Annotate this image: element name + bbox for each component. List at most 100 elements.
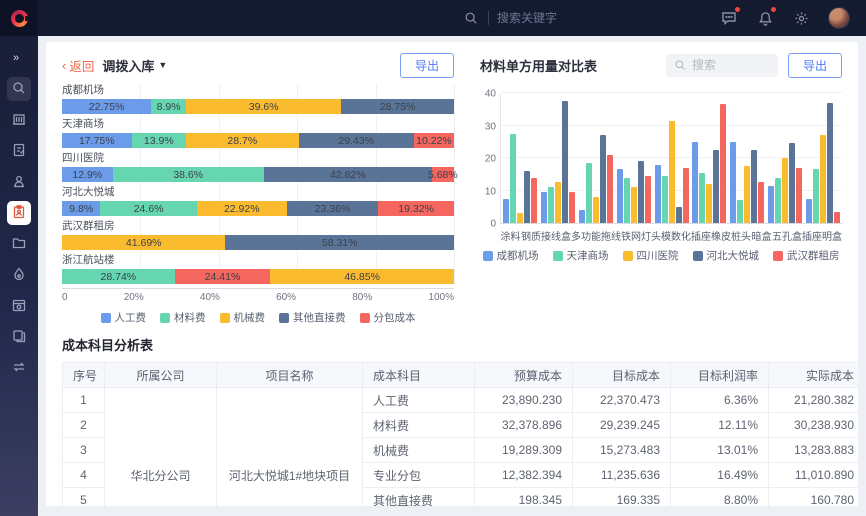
bar[interactable] [562, 101, 568, 223]
bar-segment[interactable]: 13.9% [132, 133, 186, 148]
sidebar-item-double-arrow[interactable]: » [7, 46, 31, 70]
bar[interactable] [789, 143, 795, 223]
legend-item[interactable]: 天津商场 [553, 248, 609, 263]
bar-segment[interactable]: 39.6% [186, 99, 341, 114]
sidebar-item-document-edit[interactable] [7, 139, 31, 163]
bar[interactable] [645, 176, 651, 223]
messages-button[interactable] [720, 9, 738, 27]
bar[interactable] [775, 178, 781, 224]
bar[interactable] [541, 192, 547, 223]
sidebar-item-transfer[interactable] [7, 356, 31, 380]
bar[interactable] [713, 150, 719, 223]
legend-item[interactable]: 分包成本 [360, 310, 416, 325]
sidebar-item-search[interactable] [7, 77, 31, 101]
bar[interactable] [524, 171, 530, 223]
bar[interactable] [669, 121, 675, 223]
bar-segment[interactable]: 41.69% [62, 235, 225, 250]
bar[interactable] [617, 169, 623, 223]
bell-button[interactable] [756, 9, 774, 27]
legend-item[interactable]: 人工费 [101, 310, 147, 325]
bar[interactable] [699, 173, 705, 223]
bar[interactable] [607, 155, 613, 223]
bar[interactable] [676, 207, 682, 223]
bar[interactable] [662, 176, 668, 223]
bar[interactable] [730, 142, 736, 223]
bar[interactable] [751, 150, 757, 223]
export-button[interactable]: 导出 [400, 53, 454, 78]
bar[interactable] [548, 187, 554, 223]
bar[interactable] [655, 165, 661, 224]
sidebar-item-water-drop[interactable] [7, 263, 31, 287]
bar[interactable] [820, 135, 826, 223]
bar-segment[interactable]: 29.43% [299, 133, 414, 148]
bar-segment[interactable]: 24.41% [175, 269, 271, 284]
user-avatar[interactable] [828, 7, 850, 29]
bar[interactable] [638, 161, 644, 223]
bar[interactable] [834, 212, 840, 223]
bar-segment[interactable]: 46.85% [270, 269, 454, 284]
legend-item[interactable]: 材料费 [160, 310, 206, 325]
bar-segment[interactable]: 19.32% [378, 201, 454, 216]
bar[interactable] [692, 142, 698, 223]
sidebar-item-building[interactable] [7, 108, 31, 132]
bar[interactable] [517, 213, 523, 223]
bar[interactable] [813, 169, 819, 223]
bar[interactable] [631, 187, 637, 223]
bar-segment[interactable]: 38.6% [113, 167, 264, 182]
bar-segment[interactable]: 8.9% [151, 99, 186, 114]
bar-segment[interactable]: 17.75% [62, 133, 132, 148]
export-button[interactable]: 导出 [788, 53, 842, 78]
legend-item[interactable]: 河北大悦城 [693, 248, 760, 263]
bar[interactable] [586, 163, 592, 223]
bar-segment[interactable]: 23.36% [287, 201, 379, 216]
sidebar-item-schedule[interactable] [7, 294, 31, 318]
bar[interactable] [806, 199, 812, 223]
bar-segment[interactable]: 22.92% [197, 201, 287, 216]
bar-segment[interactable]: 5.68% [432, 167, 454, 182]
bar[interactable] [579, 210, 585, 223]
bar[interactable] [706, 184, 712, 223]
search-icon[interactable] [462, 9, 480, 27]
bar[interactable] [796, 168, 802, 223]
sidebar-item-user-badge[interactable] [7, 170, 31, 194]
bar[interactable] [720, 104, 726, 223]
bar-segment[interactable]: 24.6% [100, 201, 196, 216]
bar[interactable] [503, 199, 509, 223]
bar[interactable] [683, 168, 689, 223]
bar-segment[interactable]: 58.31% [225, 235, 454, 250]
global-search-input[interactable] [497, 11, 607, 25]
legend-item[interactable]: 其他直接费 [279, 310, 346, 325]
sidebar-item-folder[interactable] [7, 232, 31, 256]
bar[interactable] [600, 135, 606, 223]
bar-segment[interactable]: 28.7% [186, 133, 299, 148]
bar[interactable] [782, 158, 788, 223]
legend-item[interactable]: 四川医院 [623, 248, 679, 263]
legend-item[interactable]: 成都机场 [483, 248, 539, 263]
bar[interactable] [827, 103, 833, 223]
bar[interactable] [531, 178, 537, 224]
bar[interactable] [768, 186, 774, 223]
bar-segment[interactable]: 9.8% [62, 201, 100, 216]
bar-segment[interactable]: 10.22% [414, 133, 454, 148]
bar[interactable] [737, 200, 743, 223]
app-logo[interactable] [0, 0, 38, 36]
bar[interactable] [624, 178, 630, 224]
bar[interactable] [593, 197, 599, 223]
bar-segment[interactable]: 28.74% [62, 269, 175, 284]
legend-item[interactable]: 武汉群租房 [773, 248, 840, 263]
bar-segment[interactable]: 12.9% [62, 167, 113, 182]
bar-segment[interactable]: 42.82% [264, 167, 432, 182]
bar[interactable] [555, 182, 561, 223]
legend-item[interactable]: 机械费 [220, 310, 266, 325]
bar-segment[interactable]: 28.75% [341, 99, 454, 114]
back-button[interactable]: ‹ 返回 [62, 56, 94, 75]
sidebar-item-clipboard[interactable] [7, 201, 31, 225]
bar[interactable] [758, 182, 764, 223]
bar-segment[interactable]: 22.75% [62, 99, 151, 114]
sidebar-item-copy[interactable] [7, 325, 31, 349]
bar[interactable] [569, 192, 575, 223]
chart-search-input[interactable] [692, 58, 762, 72]
bar[interactable] [510, 134, 516, 223]
panel-title-dropdown[interactable]: 调拨入库 ▼ [102, 56, 167, 75]
bar[interactable] [744, 166, 750, 223]
